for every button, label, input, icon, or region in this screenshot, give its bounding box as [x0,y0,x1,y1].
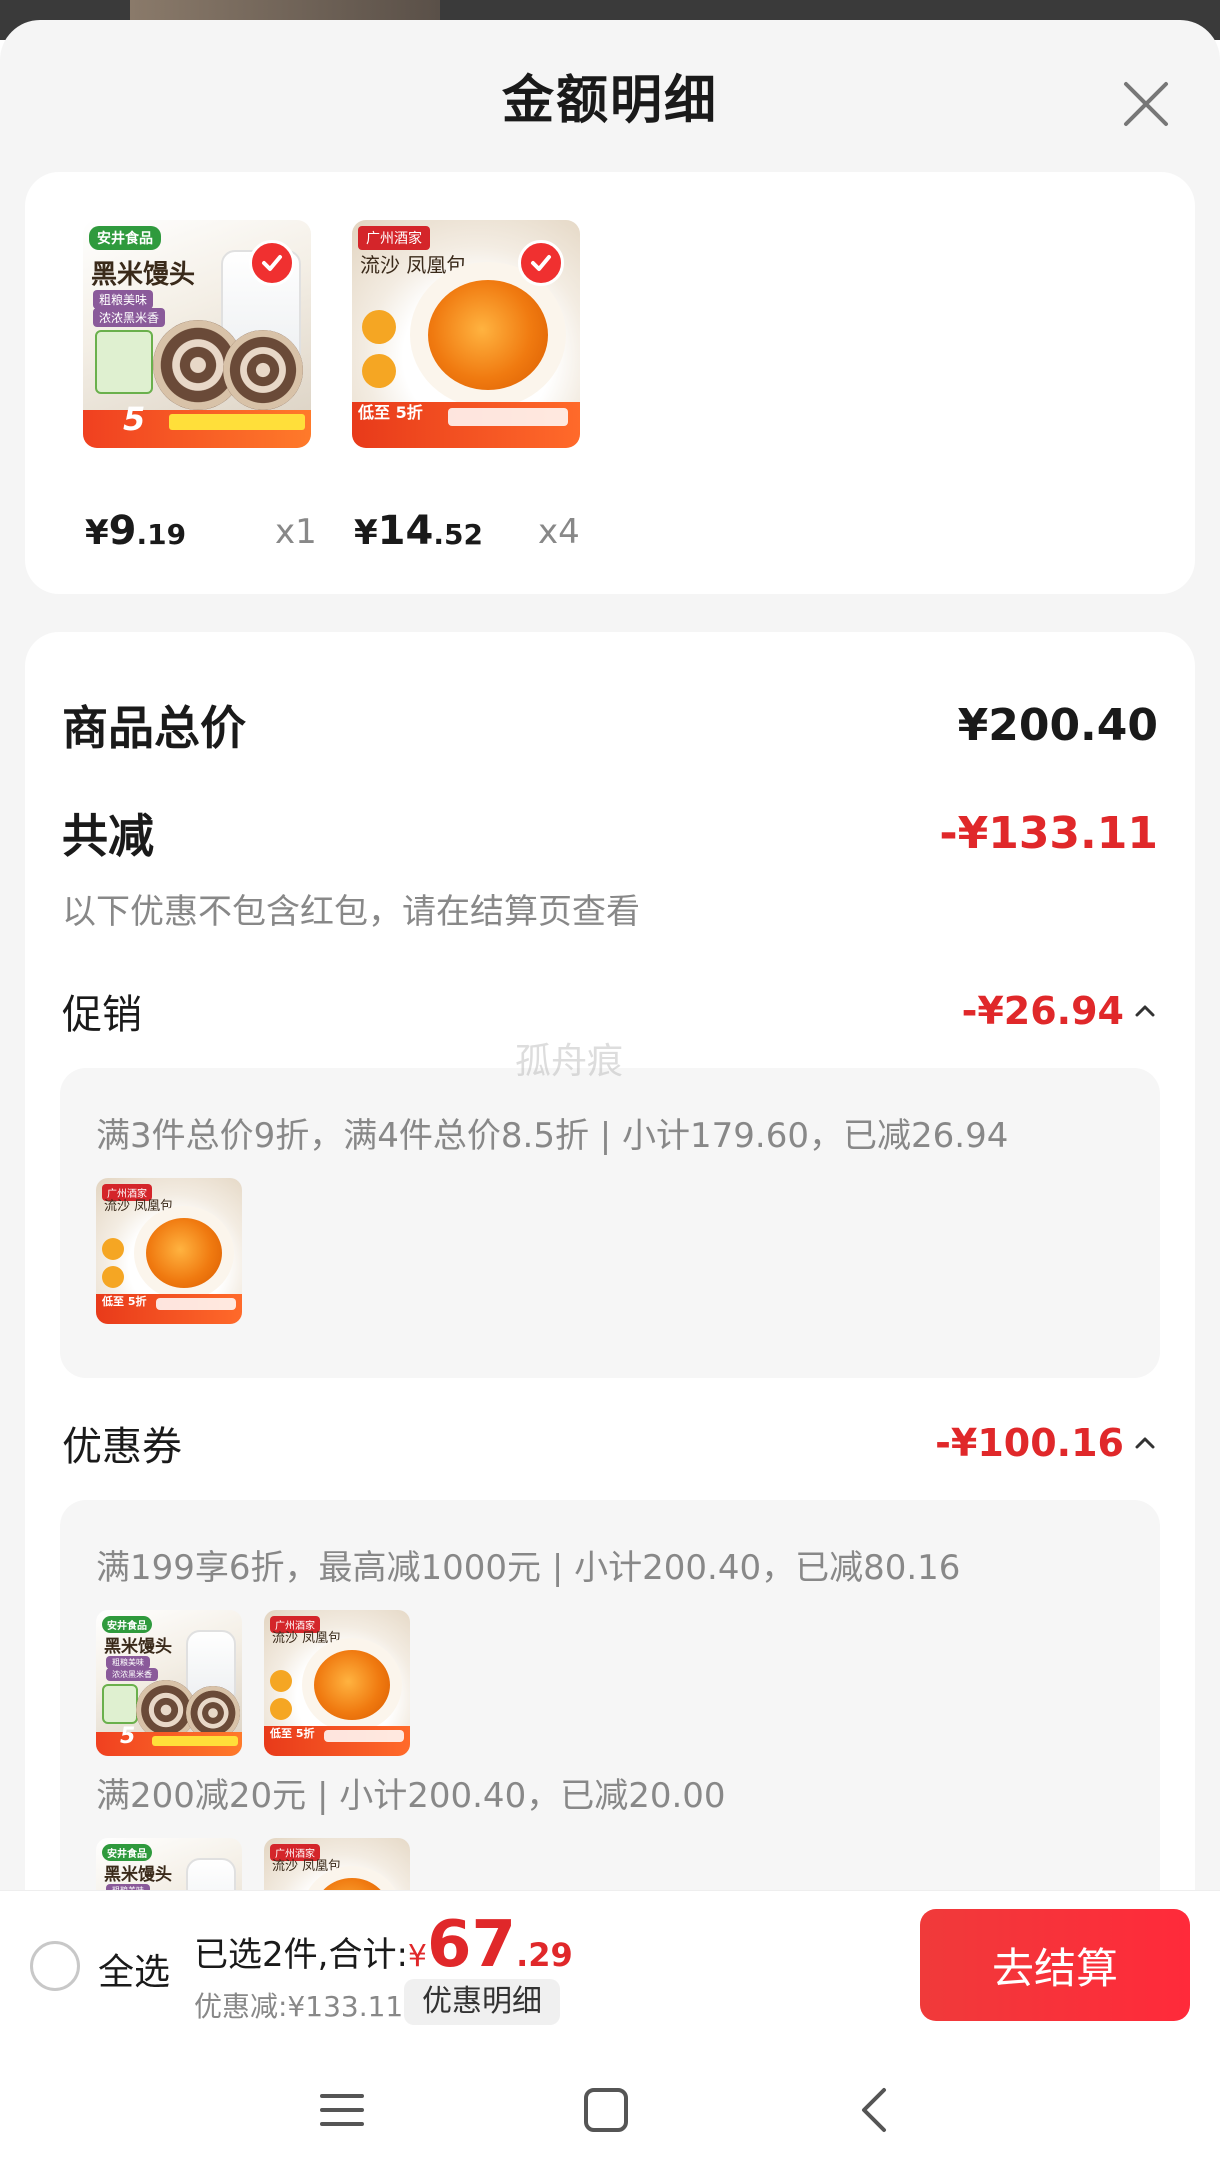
promotion-value: -¥26.94 [962,989,1158,1033]
coupon-product-thumbnail[interactable]: 广州酒家 流沙 凤凰包 低至 5折 [264,1610,410,1756]
discount-number: 5 [123,400,146,438]
watermark: 孤舟痕 [515,1041,624,1082]
thumb-title: 流沙 凤凰包 [360,253,467,277]
product-item[interactable]: 安井食品 黑米馒头 粗粮美味 浓浓黑米香 5 ¥9.19 x1 [83,220,317,554]
product-item[interactable]: 广州酒家 流沙 凤凰包 低至 5折 ¥14.52 x4 [352,220,582,554]
product-price: ¥9.19 [85,508,187,554]
product-quantity: x1 [275,512,317,552]
total-reduction-label: 共减 [62,809,154,863]
chevron-up-icon[interactable] [1132,1430,1158,1456]
promotion-rule: 满3件总价9折，满4件总价8.5折 | 小计179.60，已减26.94 [96,1116,1009,1156]
promo-banner: 低至 5折 [352,402,580,448]
product-thumbnail-black-bun[interactable]: 安井食品 黑米馒头 粗粮美味 浓浓黑米香 5 [83,220,311,448]
system-nav-bar [0,2040,1220,2182]
promo-banner: 5 [83,400,311,448]
discount-label: 低至 5折 [358,403,423,422]
menu-icon[interactable] [312,2080,372,2140]
coupon-value: -¥100.16 [935,1421,1158,1465]
feature-badge [362,354,396,388]
discount-summary: 优惠减:¥133.11 [194,1990,404,2023]
goods-total-label: 商品总价 [62,701,246,755]
discount-detail-button[interactable]: 优惠明细 [404,1979,560,2025]
package-image [95,330,153,394]
checkout-bar: 全选 已选2件,合计: ¥ 67 .29 优惠减:¥133.11 优惠明细 去结… [0,1890,1220,2040]
coupon-label: 优惠券 [62,1424,182,1470]
custard-yolk-image [428,280,548,390]
sheet-title: 金额明细 [501,70,718,131]
chevron-up-icon[interactable] [1132,998,1158,1024]
sheet-header: 金额明细 [0,20,1220,170]
close-icon[interactable] [1114,72,1178,136]
promotion-detail-box: 满3件总价9折，满4件总价8.5折 | 小计179.60，已减26.94 广州酒… [60,1068,1160,1378]
coupon-product-thumbnail[interactable]: 安井食品 黑米馒头 粗粮美味 浓浓黑米香 5 [96,1610,242,1756]
brand-tag: 安井食品 [89,226,161,250]
feature-badge [362,310,396,344]
promo-product-thumbnail[interactable]: 广州酒家 流沙 凤凰包 低至 5折 [96,1178,242,1324]
total-integer: 67 [427,1908,517,1982]
back-chevron-icon[interactable] [846,2080,906,2140]
promo-badge [448,408,568,426]
thumb-title: 黑米馒头 [91,260,196,290]
brand-tag: 广州酒家 [358,226,430,250]
goods-total-value: ¥200.40 [957,699,1158,751]
checkmark-icon[interactable] [249,240,295,286]
coupon-section-header[interactable]: 优惠券 -¥100.16 [62,1414,1158,1472]
promo-badge [169,414,305,430]
selected-count-text: 已选2件,合计: [194,1935,408,1975]
total-reduction-value: -¥133.11 [939,807,1158,859]
bun-roll-image [223,330,303,410]
thumb-subtag: 粗粮美味 [93,290,154,309]
promotion-label: 促销 [62,992,142,1038]
currency-symbol: ¥ [407,1939,427,1974]
coupon-rule: 满200减20元 | 小计200.40，已减20.00 [96,1776,726,1816]
product-thumbnail-custard-bun[interactable]: 广州酒家 流沙 凤凰包 低至 5折 [352,220,580,448]
selected-total: 已选2件,合计: ¥ 67 .29 [194,1913,573,1977]
page: 金额明细 安井食品 黑米馒头 粗粮美味 浓浓黑米香 5 ¥9.19 x1 广州酒… [0,0,1220,2182]
amount-detail-sheet: 金额明细 安井食品 黑米馒头 粗粮美味 浓浓黑米香 5 ¥9.19 x1 广州酒… [0,20,1220,2182]
thumb-subtag: 浓浓黑米香 [93,308,166,327]
reduction-note: 以下优惠不包含红包，请在结算页查看 [62,892,640,932]
product-price: ¥14.52 [354,508,483,554]
coupon-rule: 满199享6折，最高减1000元 | 小计200.40，已减80.16 [96,1548,961,1588]
goods-total-row: 商品总价 ¥200.40 [62,692,1158,758]
selected-products-card: 安井食品 黑米馒头 粗粮美味 浓浓黑米香 5 ¥9.19 x1 广州酒家 流沙 … [25,172,1195,594]
select-all-label[interactable]: 全选 [98,1943,170,1995]
total-decimal: .29 [516,1936,573,1974]
checkmark-icon[interactable] [518,240,564,286]
home-square-icon[interactable] [576,2080,636,2140]
select-all-radio[interactable] [30,1941,80,1991]
total-reduction-row: 共减 -¥133.11 [62,800,1158,866]
product-quantity: x4 [538,512,580,552]
checkout-button[interactable]: 去结算 [920,1909,1190,2021]
